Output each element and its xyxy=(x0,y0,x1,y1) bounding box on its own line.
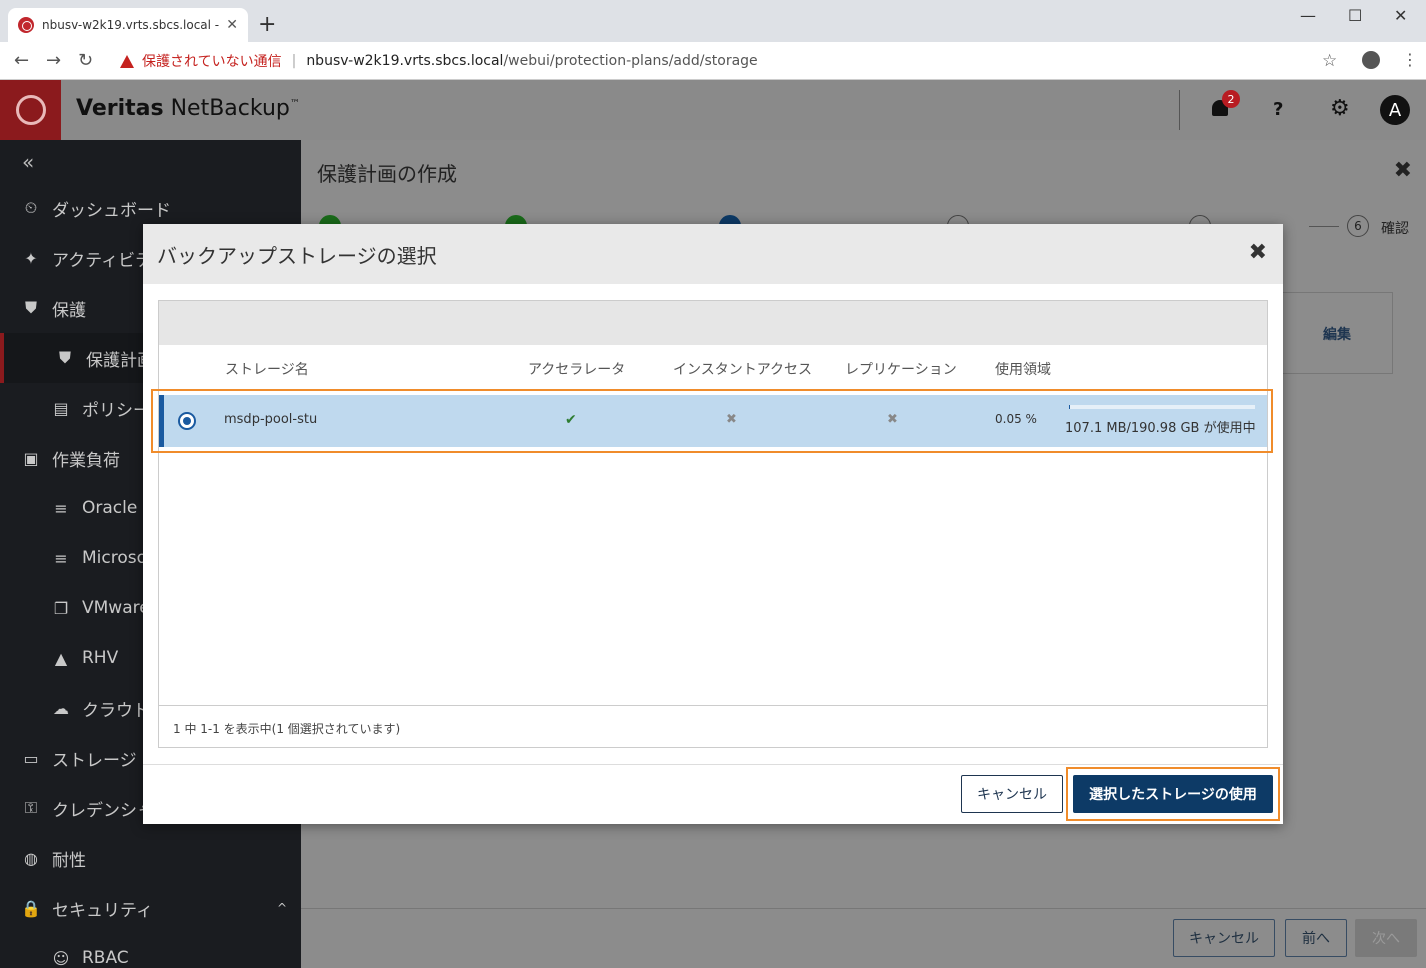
shield-check-icon: ⛊ xyxy=(58,348,71,367)
veritas-favicon-icon xyxy=(18,17,34,33)
help-icon[interactable]: ? xyxy=(1273,99,1283,120)
usage-percent-cell: 0.05 % xyxy=(995,412,1037,426)
wizard-footer: キャンセル 前へ 次へ xyxy=(301,908,1426,968)
check-icon: ✔ xyxy=(565,412,577,428)
edit-link[interactable]: 編集 xyxy=(1323,324,1351,344)
usage-progress-fill xyxy=(1069,405,1070,409)
storage-select-dialog: バックアップストレージの選択 ✖ ストレージ名 アクセラレータ インスタントアク… xyxy=(143,224,1283,824)
storage-icon: ▭ xyxy=(23,748,39,768)
app-header: Veritas NetBackup™ 2 ? ⚙ A xyxy=(0,80,1426,140)
lock-icon: 🔒 xyxy=(21,898,41,918)
wizard-cancel-button[interactable]: キャンセル xyxy=(1173,919,1275,957)
dialog-title: バックアップストレージの選択 xyxy=(157,244,437,268)
logo-icon xyxy=(15,95,46,125)
column-header-replication[interactable]: レプリケーション xyxy=(845,359,957,379)
veritas-logo[interactable] xyxy=(0,80,61,140)
browser-addressbar: ← → ↻ 保護されていない通信 | nbusv-w2k19.vrts.sbcs… xyxy=(0,42,1426,80)
sidebar-item-security[interactable]: 🔒 セキュリティ ^ xyxy=(0,883,301,933)
window-close-button[interactable]: ✕ xyxy=(1394,6,1407,25)
use-selected-storage-button[interactable]: 選択したストレージの使用 xyxy=(1073,775,1273,813)
header-divider xyxy=(1179,90,1180,130)
url-host: nbusv-w2k19.vrts.sbcs.local xyxy=(306,53,504,69)
forward-button[interactable]: → xyxy=(46,50,61,71)
wizard-prev-button[interactable]: 前へ xyxy=(1285,919,1347,957)
tab-title: nbusv-w2k19.vrts.sbcs.local - Net xyxy=(42,18,220,32)
reload-button[interactable]: ↻ xyxy=(78,50,93,71)
page-title: 保護計画の作成 xyxy=(317,162,457,186)
step-connector xyxy=(1309,226,1339,227)
browser-menu-icon[interactable]: ⋮ xyxy=(1402,50,1418,69)
column-header-usage[interactable]: 使用領域 xyxy=(995,359,1051,379)
dialog-header: バックアップストレージの選択 ✖ xyxy=(143,224,1283,284)
sidebar-item-resiliency[interactable]: ◍ 耐性 xyxy=(0,833,301,883)
policy-icon: ▤ xyxy=(53,398,69,418)
back-button[interactable]: ← xyxy=(14,50,29,71)
shield-icon: ⛊ xyxy=(24,298,37,317)
step-6-icon: 6 xyxy=(1347,215,1369,237)
cross-icon: ✖ xyxy=(887,412,898,427)
activity-icon: ✦ xyxy=(24,248,38,268)
bookmark-star-icon[interactable]: ☆ xyxy=(1322,51,1337,71)
table-footer: 1 中 1-1 を表示中(1 個選択されています) xyxy=(159,705,1267,747)
column-header-instant-access[interactable]: インスタントアクセス xyxy=(673,359,812,379)
row-radio-button[interactable] xyxy=(178,412,196,430)
url-path: /webui/protection-plans/add/storage xyxy=(503,53,758,69)
table-row[interactable]: msdp-pool-stu ✔ ✖ ✖ 0.05 % 107.1 MB/190.… xyxy=(159,395,1267,447)
column-header-accelerator[interactable]: アクセラレータ xyxy=(528,359,625,379)
table-toolbar xyxy=(159,301,1267,345)
close-icon[interactable]: ✖ xyxy=(1394,158,1412,183)
database-icon: ≡ xyxy=(54,548,68,568)
step-6-label[interactable]: 確認 xyxy=(1381,218,1409,238)
vmware-icon: ❐ xyxy=(53,598,69,618)
browser-tabbar: nbusv-w2k19.vrts.sbcs.local - Net ✕ + — … xyxy=(0,0,1426,42)
column-header-storage-name[interactable]: ストレージ名 xyxy=(225,359,309,379)
security-warning[interactable]: 保護されていない通信 xyxy=(142,51,282,71)
collapse-sidebar-icon[interactable]: « xyxy=(22,150,34,174)
profile-icon[interactable] xyxy=(1362,51,1380,69)
sidebar-item-rbac[interactable]: ☺ RBAC xyxy=(0,933,301,968)
redhat-icon: ▲ xyxy=(54,648,68,668)
users-icon: ☺ xyxy=(52,948,70,968)
gear-icon[interactable]: ⚙ xyxy=(1330,96,1350,121)
browser-tab[interactable]: nbusv-w2k19.vrts.sbcs.local - Net ✕ xyxy=(8,8,248,42)
wizard-next-button[interactable]: 次へ xyxy=(1355,919,1417,957)
chevron-up-icon: ^ xyxy=(276,901,287,915)
url-field[interactable]: 保護されていない通信 | nbusv-w2k19.vrts.sbcs.local… xyxy=(110,46,1350,76)
usage-text-cell: 107.1 MB/190.98 GB が使用中 xyxy=(1065,421,1255,436)
credential-icon: ⚿ xyxy=(24,798,38,817)
cancel-button[interactable]: キャンセル xyxy=(961,775,1063,813)
storage-name-cell: msdp-pool-stu xyxy=(224,412,318,427)
brand-title: Veritas NetBackup™ xyxy=(76,96,300,121)
dashboard-icon: ⏲ xyxy=(24,198,38,217)
maximize-button[interactable]: ☐ xyxy=(1348,6,1362,25)
warning-icon xyxy=(120,54,134,68)
avatar[interactable]: A xyxy=(1380,95,1410,125)
briefcase-icon: ▣ xyxy=(23,448,39,468)
notification-badge: 2 xyxy=(1222,90,1240,108)
tab-close-icon[interactable]: ✕ xyxy=(226,17,238,33)
minimize-button[interactable]: — xyxy=(1300,6,1316,25)
resiliency-icon: ◍ xyxy=(24,848,38,868)
dialog-close-icon[interactable]: ✖ xyxy=(1249,240,1267,265)
storage-table: ストレージ名 アクセラレータ インスタントアクセス レプリケーション 使用領域 … xyxy=(158,300,1268,748)
cross-icon: ✖ xyxy=(726,412,737,427)
url-separator: | xyxy=(291,53,297,69)
pagination-info: 1 中 1-1 を表示中(1 個選択されています) xyxy=(173,722,401,736)
usage-progress-bar xyxy=(1069,405,1255,409)
new-tab-button[interactable]: + xyxy=(258,12,276,37)
dialog-footer: キャンセル 選択したストレージの使用 xyxy=(143,764,1283,824)
cloud-icon: ☁ xyxy=(53,698,69,718)
database-icon: ≡ xyxy=(54,498,68,518)
